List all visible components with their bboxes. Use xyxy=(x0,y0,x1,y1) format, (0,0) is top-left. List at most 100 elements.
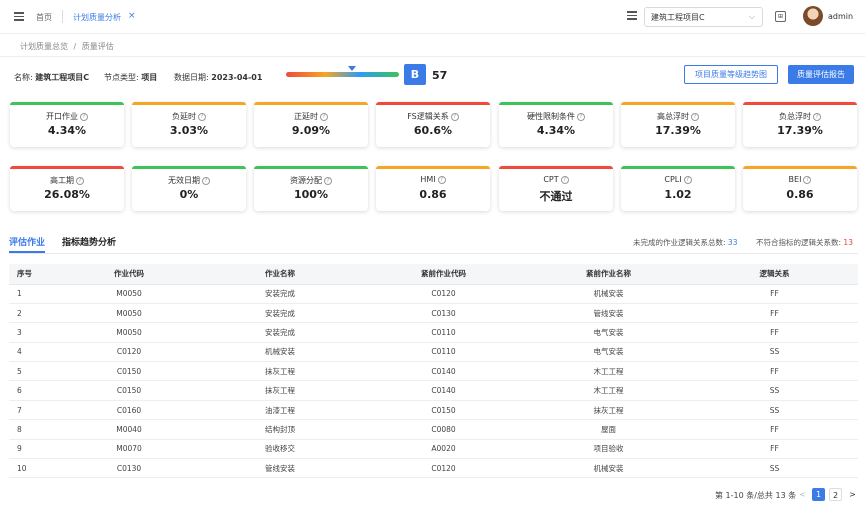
metric-status-bar xyxy=(499,102,613,105)
table-row[interactable]: 10 C0130 管线安装 C0120 机械安装 SS xyxy=(9,458,858,479)
metric-card[interactable]: 资源分配? 100% xyxy=(254,166,368,211)
table-cell: C0120 xyxy=(361,458,526,479)
metric-status-bar xyxy=(376,102,490,105)
name-label: 名称: xyxy=(14,73,33,82)
metric-status-bar xyxy=(10,102,124,105)
table-row[interactable]: 8 M0040 结构封顶 C0080 屋面 FF xyxy=(9,419,858,440)
metric-card[interactable]: 高工期? 26.08% xyxy=(10,166,124,211)
node-label: 节点类型: xyxy=(104,73,139,82)
metric-card[interactable]: CPT? 不通过 xyxy=(499,166,613,211)
help-icon[interactable]: ? xyxy=(560,175,569,184)
menu-icon[interactable] xyxy=(14,12,24,21)
metric-card[interactable]: FS逻辑关系? 60.6% xyxy=(376,102,490,147)
table-cell: 安装完成 xyxy=(199,322,361,343)
table-cell: C0140 xyxy=(361,361,526,382)
page-1-button[interactable]: 1 xyxy=(812,488,825,501)
help-icon[interactable]: ? xyxy=(450,112,459,121)
help-icon[interactable]: ? xyxy=(202,176,210,185)
metric-value: 3.03% xyxy=(169,124,209,137)
user-name[interactable]: admin xyxy=(828,12,853,21)
help-icon[interactable]: ? xyxy=(76,176,84,185)
date-label: 数据日期: xyxy=(174,73,209,82)
name-value: 建筑工程项目C xyxy=(35,73,90,82)
table-cell: M0070 xyxy=(59,439,199,460)
table-cell: 电气安装 xyxy=(526,322,691,343)
gauge-marker xyxy=(347,66,356,71)
prev-page-button[interactable]: < xyxy=(796,488,809,501)
metric-value: 1.02 xyxy=(664,188,692,201)
metric-card[interactable]: 无效日期? 0% xyxy=(132,166,246,211)
table-cell: 5 xyxy=(9,361,59,382)
metric-value: 不通过 xyxy=(539,190,573,203)
help-icon[interactable]: ? xyxy=(320,112,328,121)
project-select[interactable]: 建筑工程项目C ⌵ xyxy=(644,7,763,27)
table-cell: SS xyxy=(691,400,858,421)
trend-chart-button[interactable]: 项目质量等级趋势图 xyxy=(684,65,778,84)
metric-label-text: CPT xyxy=(543,175,559,184)
metric-card[interactable]: 正延时? 9.09% xyxy=(254,102,368,147)
help-icon[interactable]: ? xyxy=(691,112,699,121)
metric-card[interactable]: HMI? 0.86 xyxy=(376,166,490,211)
translate-icon[interactable]: ⊞ xyxy=(775,11,786,22)
metric-label: CPT? xyxy=(499,175,613,184)
breadcrumb-parent[interactable]: 计划质量总览 xyxy=(20,42,68,51)
column-header: 紧前作业代码 xyxy=(361,264,526,285)
table-row[interactable]: 9 M0070 验收移交 A0020 项目验收 FF xyxy=(9,439,858,460)
metric-card[interactable]: 负延时? 3.03% xyxy=(132,102,246,147)
next-page-button[interactable]: > xyxy=(846,488,859,501)
column-header: 序号 xyxy=(9,264,59,285)
list-icon[interactable] xyxy=(627,11,637,21)
table-cell: FF xyxy=(691,361,858,382)
table-cell: M0050 xyxy=(59,303,199,324)
home-tab[interactable]: 首页 xyxy=(36,12,52,23)
table-cell: C0160 xyxy=(59,400,199,421)
table-cell: 机械安装 xyxy=(526,284,691,304)
table-row[interactable]: 3 M0050 安装完成 C0110 电气安装 FF xyxy=(9,322,858,343)
metric-value: 0.86 xyxy=(786,188,814,201)
tab-quality-analysis[interactable]: 计划质量分析 xyxy=(73,12,121,23)
metric-status-bar xyxy=(743,102,857,105)
metric-label: 高工期? xyxy=(10,175,124,186)
help-icon[interactable]: ? xyxy=(437,175,446,184)
metric-label-text: 资源分配 xyxy=(290,176,322,185)
metric-label-text: 负总浮时 xyxy=(779,112,811,121)
tab-trend-analysis[interactable]: 指标趋势分析 xyxy=(62,235,116,248)
metric-value: 17.39% xyxy=(777,124,823,137)
metric-label: 资源分配? xyxy=(254,175,368,186)
metric-card[interactable]: 开口作业? 4.34% xyxy=(10,102,124,147)
metric-value: 60.6% xyxy=(413,124,453,137)
help-icon[interactable]: ? xyxy=(683,175,692,184)
metric-value: 4.34% xyxy=(536,124,576,137)
table-row[interactable]: 6 C0150 抹灰工程 C0140 木工工程 SS xyxy=(9,380,858,401)
table-row[interactable]: 4 C0120 机械安装 C0110 电气安装 SS xyxy=(9,342,858,363)
table-cell: 项目验收 xyxy=(526,439,691,460)
table-cell: A0020 xyxy=(361,439,526,460)
close-icon[interactable]: × xyxy=(128,11,136,21)
help-icon[interactable]: ? xyxy=(813,112,821,121)
table-row[interactable]: 5 C0150 抹灰工程 C0140 木工工程 FF xyxy=(9,361,858,382)
help-icon[interactable]: ? xyxy=(803,175,812,184)
table-cell: C0120 xyxy=(361,284,526,304)
help-icon[interactable]: ? xyxy=(198,112,206,121)
metric-value: 26.08% xyxy=(44,188,90,201)
tab-eval-activities[interactable]: 评估作业 xyxy=(9,235,45,248)
metric-card[interactable]: 负总浮时? 17.39% xyxy=(743,102,857,147)
metric-card[interactable]: CPLI? 1.02 xyxy=(621,166,735,211)
avatar[interactable] xyxy=(803,6,823,26)
table-cell: C0110 xyxy=(361,342,526,363)
table-row[interactable]: 7 C0160 油漆工程 C0150 抹灰工程 SS xyxy=(9,400,858,421)
table-row[interactable]: 1 M0050 安装完成 C0120 机械安装 FF xyxy=(9,284,858,304)
metric-card[interactable]: BEI? 0.86 xyxy=(743,166,857,211)
metric-card[interactable]: 高总浮时? 17.39% xyxy=(621,102,735,147)
help-icon[interactable]: ? xyxy=(80,112,88,121)
metric-label: HMI? xyxy=(376,175,490,184)
table-row[interactable]: 2 M0050 安装完成 C0130 管线安装 FF xyxy=(9,303,858,324)
table-cell: 4 xyxy=(9,342,59,363)
help-icon[interactable]: ? xyxy=(577,112,585,121)
table-cell: C0120 xyxy=(59,342,199,363)
help-icon[interactable]: ? xyxy=(324,176,332,185)
report-button[interactable]: 质量评估报告 xyxy=(788,65,854,84)
page-2-button[interactable]: 2 xyxy=(829,488,842,501)
metric-card[interactable]: 硬性限制条件? 4.34% xyxy=(499,102,613,147)
metric-label-text: 无效日期 xyxy=(168,176,200,185)
